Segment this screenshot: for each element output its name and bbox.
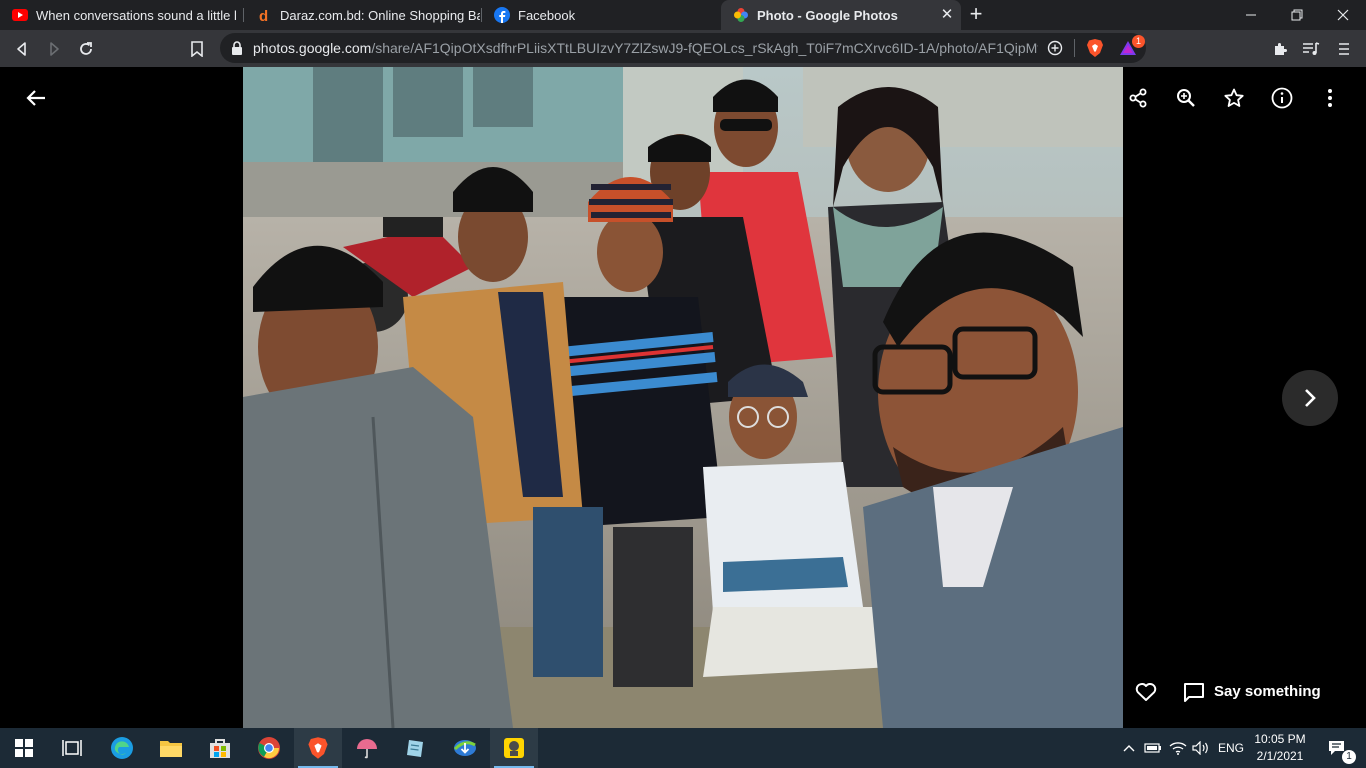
start-button[interactable] [0,728,48,768]
close-tab-icon[interactable]: ✕ [939,7,955,23]
tab-google-photos[interactable]: Photo - Google Photos ✕ [721,0,961,30]
comment-icon[interactable] [1180,678,1208,706]
taskbar-brave[interactable] [294,728,342,768]
globe-download-icon [453,740,476,756]
taskbar-app-yellow[interactable] [490,728,538,768]
notes-icon [407,740,423,757]
forward-button[interactable] [41,36,67,62]
browser-menu-icon[interactable] [1331,36,1357,62]
install-app-icon[interactable] [1047,40,1063,61]
new-tab-button[interactable]: + [964,3,988,27]
restore-button[interactable] [1274,0,1320,30]
more-options-icon[interactable] [1316,84,1344,112]
taskbar: ENG 10:05 PM 2/1/2021 1 [0,728,1366,768]
tab-youtube[interactable]: When conversations sound a little bit [0,0,242,30]
group-selfie-image [243,67,1123,728]
info-icon[interactable] [1268,84,1296,112]
next-photo-button[interactable] [1282,370,1338,426]
zoom-icon[interactable] [1172,84,1200,112]
lock-icon [231,41,243,60]
store-icon [210,739,230,758]
tab-label: When conversations sound a little bit [36,7,236,23]
folder-icon [160,741,182,757]
minimize-button[interactable] [1228,0,1274,30]
tab-daraz[interactable]: d Daraz.com.bd: Online Shopping Bangl [244,0,480,30]
task-view-button[interactable] [48,728,96,768]
back-button[interactable] [9,36,35,62]
taskbar-store[interactable] [196,728,244,768]
tab-label: Facebook [518,7,576,23]
chevron-up-icon [1123,745,1135,752]
photo [243,67,1123,728]
brave-icon [308,737,328,759]
battery-icon [1144,743,1161,753]
language-indicator[interactable]: ENG [1214,728,1248,768]
action-center-button[interactable]: 1 [1320,728,1356,768]
google-photos-icon [733,7,749,23]
clock-date: 2/1/2021 [1256,749,1304,763]
close-window-button[interactable] [1320,0,1366,30]
taskbar-app-umbrella[interactable] [343,728,391,768]
taskbar-edge[interactable] [98,728,146,768]
youtube-icon [12,7,28,23]
browser-toolbar: photos.google.com/share/AF1QipOtXsdfhrPL… [0,30,1366,67]
back-arrow-icon[interactable] [22,84,50,112]
task-view-icon [62,740,82,756]
yellow-app-icon [504,738,524,758]
volume-tray-button[interactable] [1190,728,1212,768]
wifi-icon [1169,742,1187,755]
star-icon[interactable] [1220,84,1248,112]
svg-text:d: d [259,8,268,23]
notification-badge: 1 [1342,750,1356,764]
share-icon[interactable] [1124,84,1152,112]
taskbar-app-notes[interactable] [392,728,440,768]
windows-icon [15,739,33,757]
photo-viewer: Say something [0,67,1366,728]
chrome-icon [258,737,280,759]
facebook-icon [494,7,510,23]
media-controls-icon[interactable] [1298,36,1324,62]
tab-facebook[interactable]: Facebook [482,0,720,30]
rewards-badge: 1 [1132,35,1145,48]
chevron-right-icon [1305,389,1316,407]
clock-time: 10:05 PM [1254,732,1306,746]
brave-shields-icon[interactable] [1086,38,1104,63]
omnibox-divider [1074,39,1075,57]
network-tray-button[interactable] [1167,728,1189,768]
show-hidden-icons-button[interactable] [1118,728,1140,768]
umbrella-icon [357,739,377,759]
edge-icon [111,737,133,759]
say-something-button[interactable]: Say something [1214,683,1321,700]
url-host: photos.google.com [253,40,372,56]
taskbar-app-download-manager[interactable] [441,728,489,768]
bookmark-icon[interactable] [184,36,210,62]
daraz-icon: d [256,7,272,23]
taskbar-file-explorer[interactable] [147,728,195,768]
speaker-icon [1192,741,1208,755]
battery-tray-button[interactable] [1142,728,1164,768]
url-text: photos.google.com/share/AF1QipOtXsdfhrPL… [253,40,1038,56]
clock[interactable]: 10:05 PM 2/1/2021 [1245,731,1315,765]
tab-label: Photo - Google Photos [757,7,898,23]
extensions-icon[interactable] [1267,36,1293,62]
heart-icon[interactable] [1132,678,1160,706]
url-path: /share/AF1QipOtXsdfhrPLiisXTtLBUIzvY7ZlZ… [371,40,1038,56]
tab-label: Daraz.com.bd: Online Shopping Bangl [280,7,480,23]
tab-strip: When conversations sound a little bit d … [0,0,1366,30]
address-bar[interactable]: photos.google.com/share/AF1QipOtXsdfhrPL… [220,33,1146,63]
reload-button[interactable] [73,36,99,62]
taskbar-chrome[interactable] [245,728,293,768]
